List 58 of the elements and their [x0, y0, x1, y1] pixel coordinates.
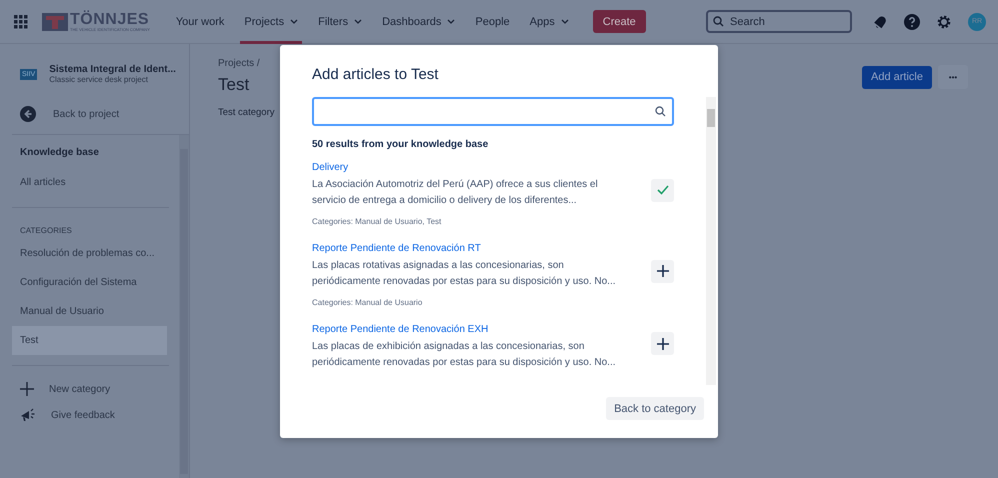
- add-button[interactable]: [651, 332, 674, 355]
- sidebar-item[interactable]: All articles: [12, 168, 167, 197]
- nav-item[interactable]: People: [467, 0, 518, 44]
- project-name[interactable]: Sistema Integral de Ident...: [49, 64, 176, 75]
- sidebar-item[interactable]: Test: [12, 326, 167, 355]
- categories-heading: CATEGORIES: [19, 225, 73, 237]
- megaphone-icon[interactable]: [20, 408, 36, 422]
- plus-icon[interactable]: [20, 382, 34, 396]
- article-categories: Categories: Manual de Usuario: [312, 298, 424, 307]
- chevron-down-icon: [447, 19, 456, 24]
- dialog-title: Add articles to Test: [312, 66, 440, 83]
- logo-name: TÖNNJES: [70, 12, 150, 28]
- settings-icon[interactable]: [936, 14, 952, 30]
- results-count: 50 results from your knowledge base: [312, 139, 490, 150]
- article-categories: Categories: Manual de Usuario, Test: [312, 217, 442, 226]
- check-icon: [656, 185, 668, 195]
- chevron-down-icon: [290, 19, 298, 24]
- added-check-button[interactable]: [651, 178, 674, 202]
- help-icon[interactable]: [904, 14, 920, 30]
- sidebar-item[interactable]: Resolución de problemas co...: [12, 239, 167, 268]
- article-title-link[interactable]: Reporte Pendiente de Renovación EXH: [312, 324, 651, 335]
- article-excerpt: La Asociación Automotriz del Perú (AAP) ofrece a sus clientes el servicio de entrega a domicilio o delivery de los diferentes...: [312, 178, 599, 208]
- nav-item[interactable]: Dashboards: [374, 0, 464, 44]
- article-title-link[interactable]: Reporte Pendiente de Renovación RT: [312, 243, 651, 254]
- plus-icon: [656, 265, 668, 277]
- page-title: Test: [218, 75, 250, 95]
- nav-item[interactable]: Your work: [168, 0, 232, 44]
- breadcrumb[interactable]: Projects /: [218, 58, 260, 69]
- chevron-down-icon: [560, 19, 569, 24]
- article-search-field[interactable]: [312, 97, 674, 126]
- search-field[interactable]: Search: [706, 10, 852, 33]
- plus-icon: [656, 338, 668, 350]
- project-type: Classic service desk project: [49, 75, 149, 84]
- sidebar-item[interactable]: Configuración del Sistema: [12, 268, 167, 297]
- search-icon: [655, 106, 666, 117]
- article-excerpt: Las placas de exhibición asignadas a las concesionarias, son periódicamente renovadas por estas para su disposición y uso. No...: [312, 340, 617, 370]
- article-title-link[interactable]: Delivery: [312, 162, 651, 173]
- knowledge-base-heading: Knowledge base: [19, 146, 100, 160]
- app-grid-icon[interactable]: [14, 14, 28, 28]
- chevron-down-icon: [354, 19, 362, 24]
- new-category-link[interactable]: New category: [49, 384, 110, 394]
- more-button[interactable]: •••: [938, 65, 968, 89]
- notification-bell-icon[interactable]: [872, 14, 888, 30]
- give-feedback-link[interactable]: Give feedback: [51, 410, 115, 420]
- add-button[interactable]: [651, 260, 674, 282]
- nav-item[interactable]: Apps: [522, 0, 577, 44]
- back-to-project-link[interactable]: Back to project: [53, 108, 120, 120]
- create-button[interactable]: Create: [592, 10, 646, 33]
- logo-mark-icon: [42, 12, 68, 30]
- sidebar-item[interactable]: Manual de Usuario: [12, 297, 167, 326]
- add-article-button[interactable]: Add article: [862, 66, 932, 88]
- scrollbar[interactable]: [706, 97, 716, 385]
- nav-item[interactable]: Filters: [310, 0, 370, 44]
- search-icon: [713, 16, 724, 27]
- article-excerpt: Las placas rotativas asignadas a las concesionarias, son periódicamente renovadas por estas para su disposición y uso. No...: [312, 259, 617, 289]
- back-to-category-button[interactable]: Back to category: [606, 397, 704, 420]
- nav-item[interactable]: Projects: [236, 0, 306, 44]
- page-description: Test category: [218, 107, 274, 118]
